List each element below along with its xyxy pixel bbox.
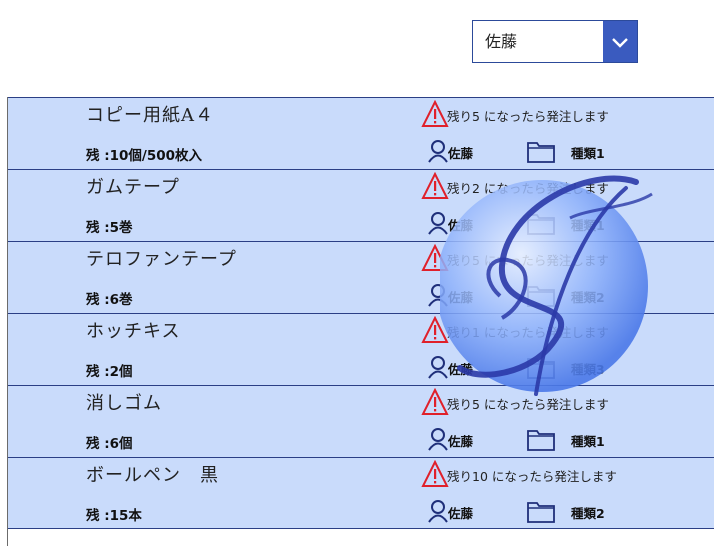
owner-filter-dropdown[interactable]: 佐藤: [472, 20, 638, 63]
person-icon: [428, 212, 448, 235]
item-name: ガムテープ: [86, 177, 180, 198]
item-owner: 佐藤: [448, 362, 474, 377]
item-category: 種類1: [571, 218, 605, 233]
person-icon: [428, 140, 448, 163]
reorder-alert-text: 残り10 になったら発注します: [447, 469, 617, 484]
list-item[interactable]: コピー用紙A４ 残 :10個/500枚入 残り5 になったら発注します 佐藤 種…: [8, 97, 714, 169]
item-name: テロファンテープ: [86, 249, 237, 270]
list-item[interactable]: ガムテープ 残 :5巻 残り2 になったら発注します 佐藤 種類1: [8, 169, 714, 241]
item-category: 種類3: [571, 362, 605, 377]
person-icon: [428, 284, 448, 307]
chevron-down-icon[interactable]: [603, 21, 637, 62]
item-stock: 残 :6個: [86, 436, 133, 452]
folder-icon: [527, 142, 555, 163]
list-item[interactable]: 消しゴム 残 :6個 残り5 になったら発注します 佐藤 種類1: [8, 385, 714, 457]
list-item[interactable]: ホッチキス 残 :2個 残り1 になったら発注します 佐藤 種類3: [8, 313, 714, 385]
item-category: 種類1: [571, 434, 605, 449]
person-icon: [428, 428, 448, 451]
reorder-alert-text: 残り5 になったら発注します: [447, 397, 609, 412]
item-owner: 佐藤: [448, 218, 474, 233]
list-item[interactable]: テロファンテープ 残 :6巻 残り5 になったら発注します 佐藤 種類2: [8, 241, 714, 313]
folder-icon: [527, 214, 555, 235]
item-category: 種類2: [571, 506, 605, 521]
warning-triangle-icon: [421, 316, 449, 343]
reorder-alert-text: 残り1 になったら発注します: [447, 325, 609, 340]
folder-icon: [527, 430, 555, 451]
warning-triangle-icon: [421, 172, 449, 199]
reorder-alert-text: 残り5 になったら発注します: [447, 253, 609, 268]
item-stock: 残 :2個: [86, 364, 133, 380]
item-owner: 佐藤: [448, 146, 474, 161]
item-stock: 残 :6巻: [86, 292, 133, 308]
warning-triangle-icon: [421, 100, 449, 127]
warning-triangle-icon: [421, 460, 449, 487]
folder-icon: [527, 502, 555, 523]
folder-icon: [527, 358, 555, 379]
warning-triangle-icon: [421, 388, 449, 415]
item-owner: 佐藤: [448, 506, 474, 521]
item-owner: 佐藤: [448, 290, 474, 305]
item-name: コピー用紙A４: [86, 105, 214, 126]
item-category: 種類2: [571, 290, 605, 305]
inventory-gallery: コピー用紙A４ 残 :10個/500枚入 残り5 になったら発注します 佐藤 種…: [7, 97, 714, 546]
item-stock: 残 :10個/500枚入: [86, 148, 202, 164]
folder-icon: [527, 286, 555, 307]
item-category: 種類1: [571, 146, 605, 161]
item-name: ボールペン 黒: [86, 465, 219, 486]
person-icon: [428, 356, 448, 379]
item-stock: 残 :15本: [86, 508, 142, 524]
item-owner: 佐藤: [448, 434, 474, 449]
item-stock: 残 :5巻: [86, 220, 133, 236]
person-icon: [428, 500, 448, 523]
list-item[interactable]: ボールペン 黒 残 :15本 残り10 になったら発注します 佐藤 種類2: [8, 457, 714, 529]
dropdown-selected-value: 佐藤: [485, 32, 518, 51]
reorder-alert-text: 残り5 になったら発注します: [447, 109, 609, 124]
warning-triangle-icon: [421, 244, 449, 271]
reorder-alert-text: 残り2 になったら発注します: [447, 181, 609, 196]
item-name: ホッチキス: [86, 321, 181, 342]
item-name: 消しゴム: [86, 393, 162, 414]
